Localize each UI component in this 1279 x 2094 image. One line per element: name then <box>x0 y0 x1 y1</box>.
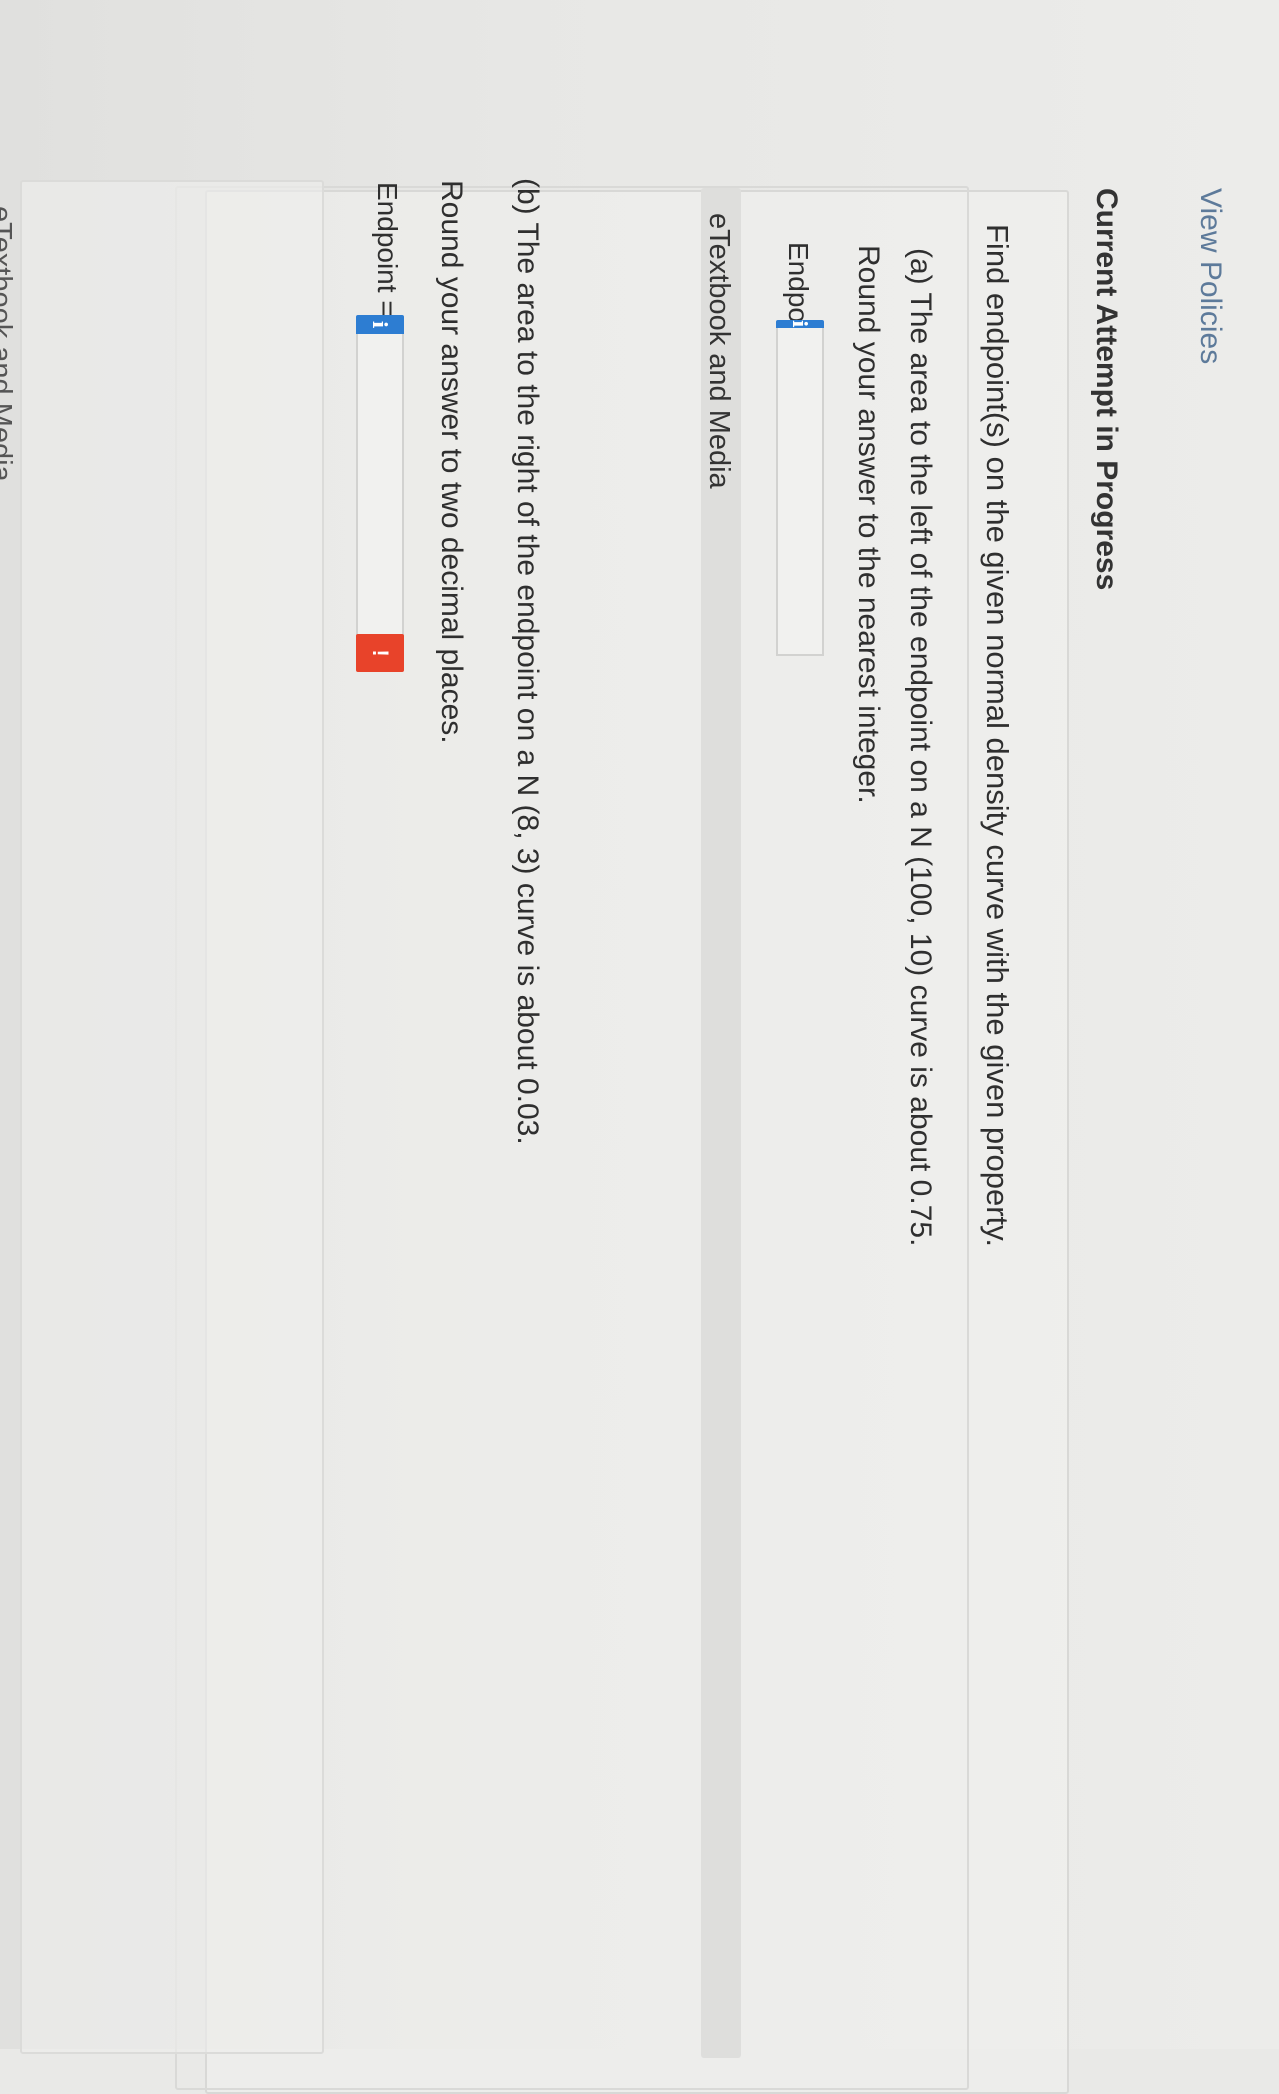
question-intro: Find endpoint(s) on the given normal den… <box>980 224 1015 1247</box>
etextbook-media-label[interactable]: eTextbook and Media <box>702 213 735 489</box>
bottom-panel <box>20 180 324 2054</box>
part-b-answer-group: i ! <box>356 315 404 672</box>
part-b-round-instruction: Round your answer to two decimal places. <box>435 180 468 744</box>
info-icon[interactable]: i <box>776 320 824 328</box>
part-a-answer-input[interactable] <box>776 327 824 656</box>
view-policies-link[interactable]: View Policies <box>1193 188 1227 364</box>
attempt-title: Current Attempt in Progress <box>1090 188 1123 591</box>
part-a-text: (a) The area to the left of the endpoint… <box>904 248 937 1247</box>
part-b-endpoint-label: Endpoint = <box>372 182 403 317</box>
etextbook-media-label-partial[interactable]: eTextbook and Media <box>0 206 17 482</box>
part-b-text: (b) The area to the right of the endpoin… <box>511 178 544 1145</box>
part-a-answer-group: i <box>776 320 824 656</box>
part-a-round-instruction: Round your answer to the nearest integer… <box>852 245 885 804</box>
page: View Policies Current Attempt in Progres… <box>0 0 1279 2094</box>
alert-icon[interactable]: ! <box>356 634 404 672</box>
info-icon[interactable]: i <box>356 315 404 334</box>
part-b-answer-input[interactable] <box>356 334 404 662</box>
